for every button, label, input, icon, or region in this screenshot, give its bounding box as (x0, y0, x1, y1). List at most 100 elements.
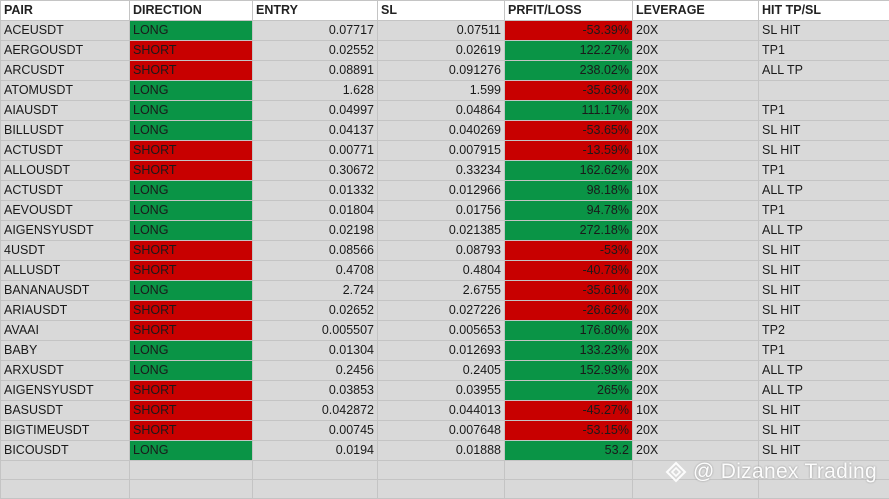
cell-pair[interactable]: ARCUSDT (1, 61, 130, 81)
cell-sl[interactable]: 0.007648 (378, 421, 505, 441)
cell-direction[interactable]: LONG (130, 341, 253, 361)
cell-hit[interactable]: SL HIT (759, 281, 889, 301)
cell-hit[interactable]: SL HIT (759, 261, 889, 281)
cell-sl[interactable]: 0.2405 (378, 361, 505, 381)
cell-hit[interactable]: SL HIT (759, 21, 889, 41)
cell-entry[interactable]: 0.01804 (253, 201, 378, 221)
cell-entry[interactable]: 0.00745 (253, 421, 378, 441)
cell-direction[interactable]: SHORT (130, 401, 253, 421)
cell-entry[interactable]: 0.02198 (253, 221, 378, 241)
cell-direction[interactable]: SHORT (130, 381, 253, 401)
cell-entry[interactable]: 0.005507 (253, 321, 378, 341)
header-sl[interactable]: SL (378, 1, 505, 21)
cell-pair[interactable]: BIGTIMEUSDT (1, 421, 130, 441)
cell-direction[interactable]: SHORT (130, 301, 253, 321)
header-pair[interactable]: PAIR (1, 1, 130, 21)
cell-profit-loss[interactable]: 98.18% (505, 181, 633, 201)
cell-leverage[interactable]: 20X (633, 161, 759, 181)
cell-pair[interactable]: AVAAI (1, 321, 130, 341)
cell-pair[interactable]: AERGOUSDT (1, 41, 130, 61)
cell-leverage[interactable]: 20X (633, 361, 759, 381)
cell-leverage[interactable]: 20X (633, 441, 759, 461)
cell-leverage[interactable]: 20X (633, 21, 759, 41)
cell-profit-loss[interactable]: 238.02% (505, 61, 633, 81)
cell-pair[interactable]: ACTUSDT (1, 181, 130, 201)
cell-profit-loss[interactable]: 162.62% (505, 161, 633, 181)
cell-direction[interactable]: LONG (130, 101, 253, 121)
cell-entry[interactable]: 0.03853 (253, 381, 378, 401)
cell-sl[interactable]: 0.027226 (378, 301, 505, 321)
empty-cell[interactable] (378, 461, 505, 480)
cell-leverage[interactable]: 20X (633, 381, 759, 401)
cell-pair[interactable]: AIAUSDT (1, 101, 130, 121)
cell-hit[interactable]: SL HIT (759, 121, 889, 141)
cell-leverage[interactable]: 10X (633, 401, 759, 421)
empty-cell[interactable] (130, 461, 253, 480)
cell-sl[interactable]: 0.091276 (378, 61, 505, 81)
cell-sl[interactable]: 0.01756 (378, 201, 505, 221)
cell-entry[interactable]: 0.08891 (253, 61, 378, 81)
cell-direction[interactable]: LONG (130, 441, 253, 461)
cell-hit[interactable]: TP2 (759, 321, 889, 341)
cell-hit[interactable]: ALL TP (759, 181, 889, 201)
cell-profit-loss[interactable]: 176.80% (505, 321, 633, 341)
cell-direction[interactable]: LONG (130, 281, 253, 301)
cell-profit-loss[interactable]: 53.2 (505, 441, 633, 461)
cell-direction[interactable]: LONG (130, 361, 253, 381)
cell-pair[interactable]: BANANAUSDT (1, 281, 130, 301)
cell-entry[interactable]: 2.724 (253, 281, 378, 301)
cell-profit-loss[interactable]: 122.27% (505, 41, 633, 61)
cell-entry[interactable]: 0.04137 (253, 121, 378, 141)
cell-profit-loss[interactable]: -53.15% (505, 421, 633, 441)
cell-hit[interactable] (759, 81, 889, 101)
cell-pair[interactable]: ACTUSDT (1, 141, 130, 161)
cell-hit[interactable]: SL HIT (759, 401, 889, 421)
cell-pair[interactable]: ATOMUSDT (1, 81, 130, 101)
header-entry[interactable]: ENTRY (253, 1, 378, 21)
cell-entry[interactable]: 0.01304 (253, 341, 378, 361)
empty-cell[interactable] (253, 480, 378, 499)
cell-sl[interactable]: 0.04864 (378, 101, 505, 121)
cell-profit-loss[interactable]: -45.27% (505, 401, 633, 421)
cell-profit-loss[interactable]: -13.59% (505, 141, 633, 161)
empty-cell[interactable] (253, 461, 378, 480)
cell-profit-loss[interactable]: -40.78% (505, 261, 633, 281)
cell-entry[interactable]: 0.0194 (253, 441, 378, 461)
cell-leverage[interactable]: 20X (633, 61, 759, 81)
cell-entry[interactable]: 0.042872 (253, 401, 378, 421)
cell-sl[interactable]: 0.007915 (378, 141, 505, 161)
cell-entry[interactable]: 0.02652 (253, 301, 378, 321)
cell-profit-loss[interactable]: 272.18% (505, 221, 633, 241)
cell-entry[interactable]: 0.00771 (253, 141, 378, 161)
cell-pair[interactable]: ALLOUSDT (1, 161, 130, 181)
cell-leverage[interactable]: 20X (633, 301, 759, 321)
cell-hit[interactable]: TP1 (759, 201, 889, 221)
cell-direction[interactable]: SHORT (130, 141, 253, 161)
cell-hit[interactable]: SL HIT (759, 441, 889, 461)
cell-pair[interactable]: BASUSDT (1, 401, 130, 421)
cell-pair[interactable]: ALLUSDT (1, 261, 130, 281)
cell-sl[interactable]: 0.01888 (378, 441, 505, 461)
cell-profit-loss[interactable]: -53.65% (505, 121, 633, 141)
empty-cell[interactable] (1, 480, 130, 499)
cell-hit[interactable]: SL HIT (759, 141, 889, 161)
cell-direction[interactable]: SHORT (130, 241, 253, 261)
cell-sl[interactable]: 0.08793 (378, 241, 505, 261)
cell-entry[interactable]: 0.2456 (253, 361, 378, 381)
cell-hit[interactable]: TP1 (759, 101, 889, 121)
cell-hit[interactable]: SL HIT (759, 301, 889, 321)
cell-sl[interactable]: 0.005653 (378, 321, 505, 341)
cell-profit-loss[interactable]: -35.61% (505, 281, 633, 301)
cell-leverage[interactable]: 20X (633, 221, 759, 241)
cell-leverage[interactable]: 10X (633, 181, 759, 201)
cell-profit-loss[interactable]: 265% (505, 381, 633, 401)
cell-direction[interactable]: SHORT (130, 261, 253, 281)
cell-leverage[interactable]: 20X (633, 241, 759, 261)
cell-pair[interactable]: BICOUSDT (1, 441, 130, 461)
cell-entry[interactable]: 0.04997 (253, 101, 378, 121)
cell-direction[interactable]: LONG (130, 221, 253, 241)
cell-sl[interactable]: 0.040269 (378, 121, 505, 141)
cell-sl[interactable]: 0.044013 (378, 401, 505, 421)
cell-sl[interactable]: 0.021385 (378, 221, 505, 241)
cell-profit-loss[interactable]: 111.17% (505, 101, 633, 121)
